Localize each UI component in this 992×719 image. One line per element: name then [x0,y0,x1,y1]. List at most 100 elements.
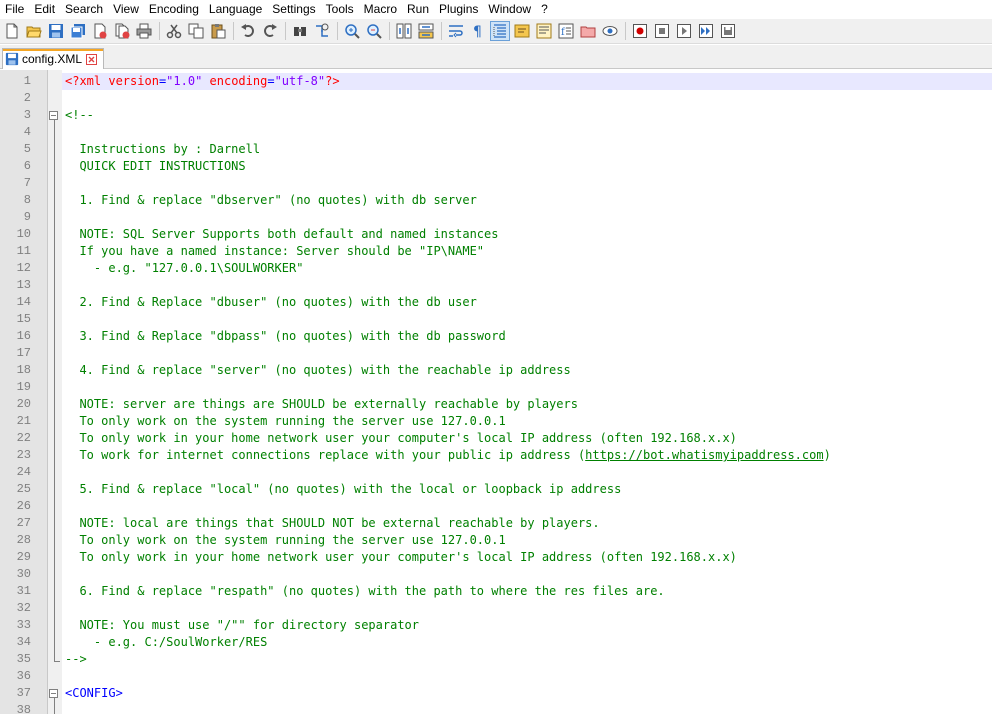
save-macro-icon[interactable] [718,21,738,41]
code-line[interactable]: NOTE: You must use "/"" for directory se… [65,617,419,634]
line-number: 25 [16,482,31,496]
code-line[interactable]: - e.g. "127.0.0.1\SOULWORKER" [65,260,304,277]
user-defined-language-icon[interactable] [512,21,532,41]
toolbar-separator [159,22,160,40]
stop-recording-icon[interactable] [652,21,672,41]
undo-icon[interactable] [238,21,258,41]
code-line[interactable]: NOTE: local are things that SHOULD NOT b… [65,515,599,532]
fold-end-marker [54,661,60,662]
close-all-icon[interactable] [112,21,132,41]
show-all-characters-icon[interactable]: ¶ [468,21,488,41]
code-line[interactable]: - e.g. C:/SoulWorker/RES [65,634,267,651]
zoom-in-icon[interactable] [342,21,362,41]
run-macro-multiple-icon[interactable] [696,21,716,41]
code-line[interactable]: To only work in your home network user y… [65,549,737,566]
open-file-icon[interactable] [24,21,44,41]
menu-file[interactable]: File [0,0,29,19]
sync-horizontal-icon[interactable] [416,21,436,41]
code-line[interactable]: Instructions by : Darnell [65,141,260,158]
menu-window[interactable]: Window [483,0,536,19]
code-line[interactable]: To only work in your home network user y… [65,430,736,447]
indent-guide-icon[interactable] [490,21,510,41]
menu-run[interactable]: Run [402,0,434,19]
code-line[interactable]: <!-- [65,107,94,124]
saved-file-icon [5,52,19,66]
fold-toggle-icon[interactable] [49,689,58,698]
monitoring-icon[interactable] [600,21,620,41]
menu-search[interactable]: Search [60,0,108,19]
toolbar-separator [285,22,286,40]
code-line[interactable]: 5. Find & replace "local" (no quotes) wi… [65,481,621,498]
code-line[interactable]: 6. Find & replace "respath" (no quotes) … [65,583,665,600]
svg-text:¶: ¶ [473,24,482,39]
save-icon[interactable] [46,21,66,41]
code-line[interactable]: --> [65,651,87,668]
save-all-icon[interactable] [68,21,88,41]
url-link[interactable]: https://bot.whatismyipaddress.com [585,448,823,462]
code-line[interactable]: <CONFIG> [65,685,123,702]
function-list-icon[interactable]: f [556,21,576,41]
line-number: 3 [23,108,31,122]
line-number: 26 [16,499,31,513]
menu-tools[interactable]: Tools [321,0,359,19]
close-icon[interactable] [90,21,110,41]
line-number: 21 [16,414,31,428]
code-line[interactable]: QUICK EDIT INSTRUCTIONS [65,158,245,175]
menu-settings[interactable]: Settings [267,0,320,19]
line-number: 23 [16,448,31,462]
tab-close-icon[interactable] [86,53,98,65]
code-line[interactable]: To only work on the system running the s… [65,413,506,430]
code-line[interactable]: 2. Find & Replace "dbuser" (no quotes) w… [65,294,476,311]
menu-edit[interactable]: Edit [29,0,60,19]
code-line[interactable]: 3. Find & Replace "dbpass" (no quotes) w… [65,328,505,345]
paste-icon[interactable] [208,21,228,41]
code-token: If you have a named instance: Server sho… [65,244,485,258]
redo-icon[interactable] [260,21,280,41]
code-line[interactable]: NOTE: server are things are SHOULD be ex… [65,396,578,413]
new-file-icon[interactable] [2,21,22,41]
tab-config-xml[interactable]: config.XML [2,48,105,69]
cut-icon[interactable] [164,21,184,41]
code-token: To only work in your home network user y… [65,550,737,564]
line-number: 36 [16,669,31,683]
menu-encoding[interactable]: Encoding [144,0,204,19]
find-icon[interactable] [290,21,310,41]
line-number: 17 [16,346,31,360]
zoom-out-icon[interactable] [364,21,384,41]
toolbar-separator [233,22,234,40]
line-number: 7 [23,176,31,190]
code-line[interactable]: <?xml version="1.0" encoding="utf-8"?> [65,73,340,90]
document-map-icon[interactable] [534,21,554,41]
menu-bar: File Edit Search View Encoding Language Settin… [0,0,992,19]
code-token: 6. Find & replace "respath" (no quotes) … [65,584,665,598]
line-number: 34 [16,635,31,649]
sync-vertical-icon[interactable] [394,21,414,41]
replace-icon[interactable] [312,21,332,41]
code-line[interactable]: To only work on the system running the s… [65,532,505,549]
print-icon[interactable] [134,21,154,41]
folder-as-workspace-icon[interactable] [578,21,598,41]
menu-plugins[interactable]: Plugins [434,0,483,19]
play-macro-icon[interactable] [674,21,694,41]
code-token: <?xml [65,74,109,88]
menu-help[interactable]: ? [536,0,553,19]
copy-icon[interactable] [186,21,206,41]
code-token: - e.g. C:/SoulWorker/RES [65,635,268,649]
editor[interactable]: 1 2 3 4 5 6 7 8 9 10 11 12 13 14 15 16 17 18 19 20 21 22 23 24 2… [0,70,992,717]
code-token: To only work on the system running the s… [65,414,506,428]
record-macro-icon[interactable] [630,21,650,41]
menu-macro[interactable]: Macro [359,0,402,19]
code-line[interactable]: 4. Find & replace "server" (no quotes) w… [65,362,570,379]
menu-language[interactable]: Language [204,0,267,19]
line-number: 2 [23,91,31,105]
code-line[interactable]: If you have a named instance: Server sho… [65,243,484,260]
word-wrap-icon[interactable] [446,21,466,41]
fold-toggle-icon[interactable] [49,111,58,120]
tab-bar: config.XML [0,45,992,69]
code-line[interactable]: 1. Find & replace "dbserver" (no quotes)… [65,192,476,209]
menu-view[interactable]: View [108,0,144,19]
code-line[interactable]: To work for internet connections replace… [65,447,830,464]
code-line[interactable]: NOTE: SQL Server Supports both default a… [65,226,498,243]
line-number: 28 [16,533,31,547]
